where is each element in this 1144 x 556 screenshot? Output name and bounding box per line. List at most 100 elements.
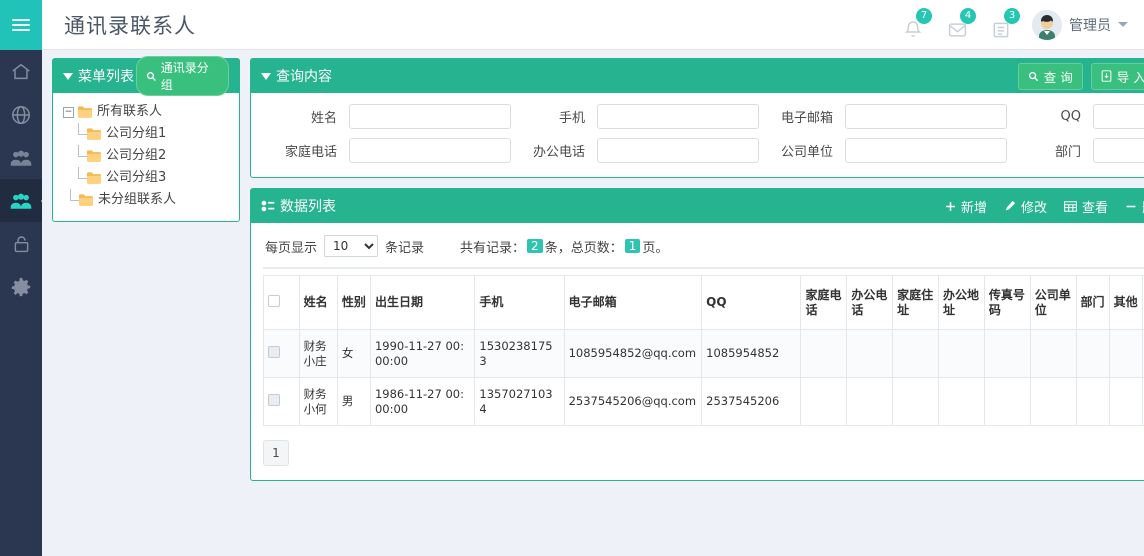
col-company: 公司单位 xyxy=(1029,275,1077,330)
tree-node-group-3[interactable]: 公司分组3 xyxy=(63,167,233,189)
gear-icon xyxy=(11,277,31,296)
col-home-address: 家庭住址 xyxy=(892,275,939,330)
menu-panel-title-wrap: 菜单列表 xyxy=(63,66,134,86)
field-qq: QQ xyxy=(1007,104,1144,129)
menu-panel: 菜单列表 通讯录分组 − 所有联系人 公司分组1 公司分组2 公司分组3 未分组… xyxy=(52,56,240,222)
field-mobile-label: 手机 xyxy=(558,111,585,126)
bell-notification-button[interactable]: 7 xyxy=(900,7,932,40)
add-button[interactable]: 新增 xyxy=(945,197,987,216)
field-department-input[interactable] xyxy=(1093,138,1144,163)
avatar xyxy=(1032,9,1062,40)
folder-icon xyxy=(79,194,93,206)
field-name-label: 姓名 xyxy=(310,111,337,126)
edit-button[interactable]: 修改 xyxy=(1004,197,1047,216)
field-company-input[interactable] xyxy=(845,138,1007,163)
field-name-input[interactable] xyxy=(349,104,511,129)
data-table-wrap: 姓名 性别 出生日期 手机 电子邮箱 QQ 家庭电话 办公电话 家庭住址 办公地… xyxy=(263,267,1144,426)
field-mobile: 手机 xyxy=(511,104,759,129)
tree-node-group-2[interactable]: 公司分组2 xyxy=(63,145,233,167)
rail-item-settings[interactable] xyxy=(0,265,42,308)
cell-department xyxy=(1075,329,1110,378)
cell-gender: 女 xyxy=(336,329,371,378)
page-unit: 页。 xyxy=(642,240,669,256)
hamburger-bar xyxy=(12,23,30,26)
tree-node-root[interactable]: − 所有联系人 xyxy=(63,101,233,123)
row-checkbox[interactable] xyxy=(268,345,280,358)
paging-toolbar: 每页显示 102050100 条记录 共有记录： 2 条，总页数： 1 xyxy=(263,233,1144,267)
rail-item-security[interactable] xyxy=(0,222,42,265)
bell-badge: 7 xyxy=(916,7,932,24)
cell-home-address xyxy=(892,377,939,426)
col-email: 电子邮箱 xyxy=(563,275,703,330)
tree-node-label: 未分组联系人 xyxy=(98,192,177,207)
field-qq-input[interactable] xyxy=(1093,104,1144,129)
field-company: 公司单位 xyxy=(759,138,1007,163)
tree-connector xyxy=(71,145,87,167)
query-panel: 查询内容 查 询 导 入 姓名 手机 电子邮箱 QQ 家庭电话 办公电话 公司单… xyxy=(250,58,1144,178)
delete-button[interactable]: 删除 xyxy=(1125,197,1144,216)
page-size-select[interactable]: 102050100 xyxy=(324,235,379,257)
data-panel-title: 数据列表 xyxy=(280,199,336,215)
chevron-down-icon xyxy=(1118,22,1128,27)
cell-other xyxy=(1108,377,1143,426)
tree-connector xyxy=(63,189,79,211)
query-form-row: 姓名 手机 电子邮箱 QQ xyxy=(263,104,1144,129)
cell-email: 2537545206@qq.com xyxy=(563,377,703,426)
field-home-phone-label: 家庭电话 xyxy=(284,145,337,160)
tree-expand-toggle[interactable]: − xyxy=(63,106,74,118)
rail-item-home[interactable] xyxy=(0,50,42,93)
data-table: 姓名 性别 出生日期 手机 电子邮箱 QQ 家庭电话 办公电话 家庭住址 办公地… xyxy=(263,275,1144,426)
avatar-icon xyxy=(1032,9,1062,40)
cell-email: 1085954852@qq.com xyxy=(563,329,703,378)
table-row[interactable]: 财务小庄 女 1990-11-27 00:00:00 15302381753 1… xyxy=(263,329,1144,378)
field-mobile-input[interactable] xyxy=(597,104,759,129)
field-email-label: 电子邮箱 xyxy=(780,111,833,126)
cell-office-phone xyxy=(846,329,894,378)
page-size-select-wrap: 102050100 xyxy=(324,235,379,257)
cell-fax xyxy=(983,329,1031,378)
plus-icon xyxy=(946,201,955,211)
user-menu[interactable]: 管理员 xyxy=(1032,9,1128,40)
contact-group-button[interactable]: 通讯录分组 xyxy=(136,56,229,96)
cell-other xyxy=(1108,329,1143,378)
tree-node-ungrouped[interactable]: 未分组联系人 xyxy=(63,189,233,211)
row-checkbox[interactable] xyxy=(268,393,280,406)
field-office-phone-input[interactable] xyxy=(597,138,759,163)
rail-item-users[interactable] xyxy=(0,136,42,179)
add-button-label: 新增 xyxy=(960,200,987,216)
cell-home-address xyxy=(892,329,939,378)
contacts-icon xyxy=(10,193,32,209)
minus-icon xyxy=(1126,205,1136,207)
top-bar-actions: 7 4 3 管理员 xyxy=(900,7,1144,40)
field-office-phone-label: 办公电话 xyxy=(532,145,585,160)
folder-icon xyxy=(87,172,101,184)
cell-name: 财务小何 xyxy=(298,377,338,426)
task-notification-button[interactable]: 3 xyxy=(988,7,1020,40)
select-all-checkbox[interactable] xyxy=(268,294,280,307)
collapse-triangle-icon xyxy=(63,72,73,80)
rail-item-contacts[interactable] xyxy=(0,179,42,222)
search-icon xyxy=(1028,71,1038,81)
field-company-label: 公司单位 xyxy=(780,145,833,160)
page-button-1[interactable]: 1 xyxy=(263,440,289,466)
view-button[interactable]: 查看 xyxy=(1064,197,1108,216)
select-all-header xyxy=(263,275,300,330)
field-home-phone-input[interactable] xyxy=(349,138,511,163)
import-button[interactable]: 导 入 xyxy=(1090,62,1144,90)
edit-button-label: 修改 xyxy=(1020,200,1047,216)
users-icon xyxy=(10,150,32,166)
task-badge: 3 xyxy=(1004,7,1020,24)
table-row[interactable]: 财务小何 男 1986-11-27 00:00:00 13570271034 2… xyxy=(263,377,1144,426)
cell-department xyxy=(1075,377,1110,426)
table-icon xyxy=(1064,200,1077,212)
search-button[interactable]: 查 询 xyxy=(1017,62,1083,90)
rail-item-globe[interactable] xyxy=(0,93,42,136)
query-form: 姓名 手机 电子邮箱 QQ 家庭电话 办公电话 公司单位 部门 xyxy=(251,93,1144,177)
menu-toggle-button[interactable] xyxy=(0,0,42,50)
message-notification-button[interactable]: 4 xyxy=(944,7,976,40)
tree-node-group-1[interactable]: 公司分组1 xyxy=(63,123,233,145)
field-email-input[interactable] xyxy=(845,104,1007,129)
cell-gender: 男 xyxy=(336,377,371,426)
cell-qq: 1085954852 xyxy=(701,329,802,378)
cell-office-phone xyxy=(846,377,894,426)
